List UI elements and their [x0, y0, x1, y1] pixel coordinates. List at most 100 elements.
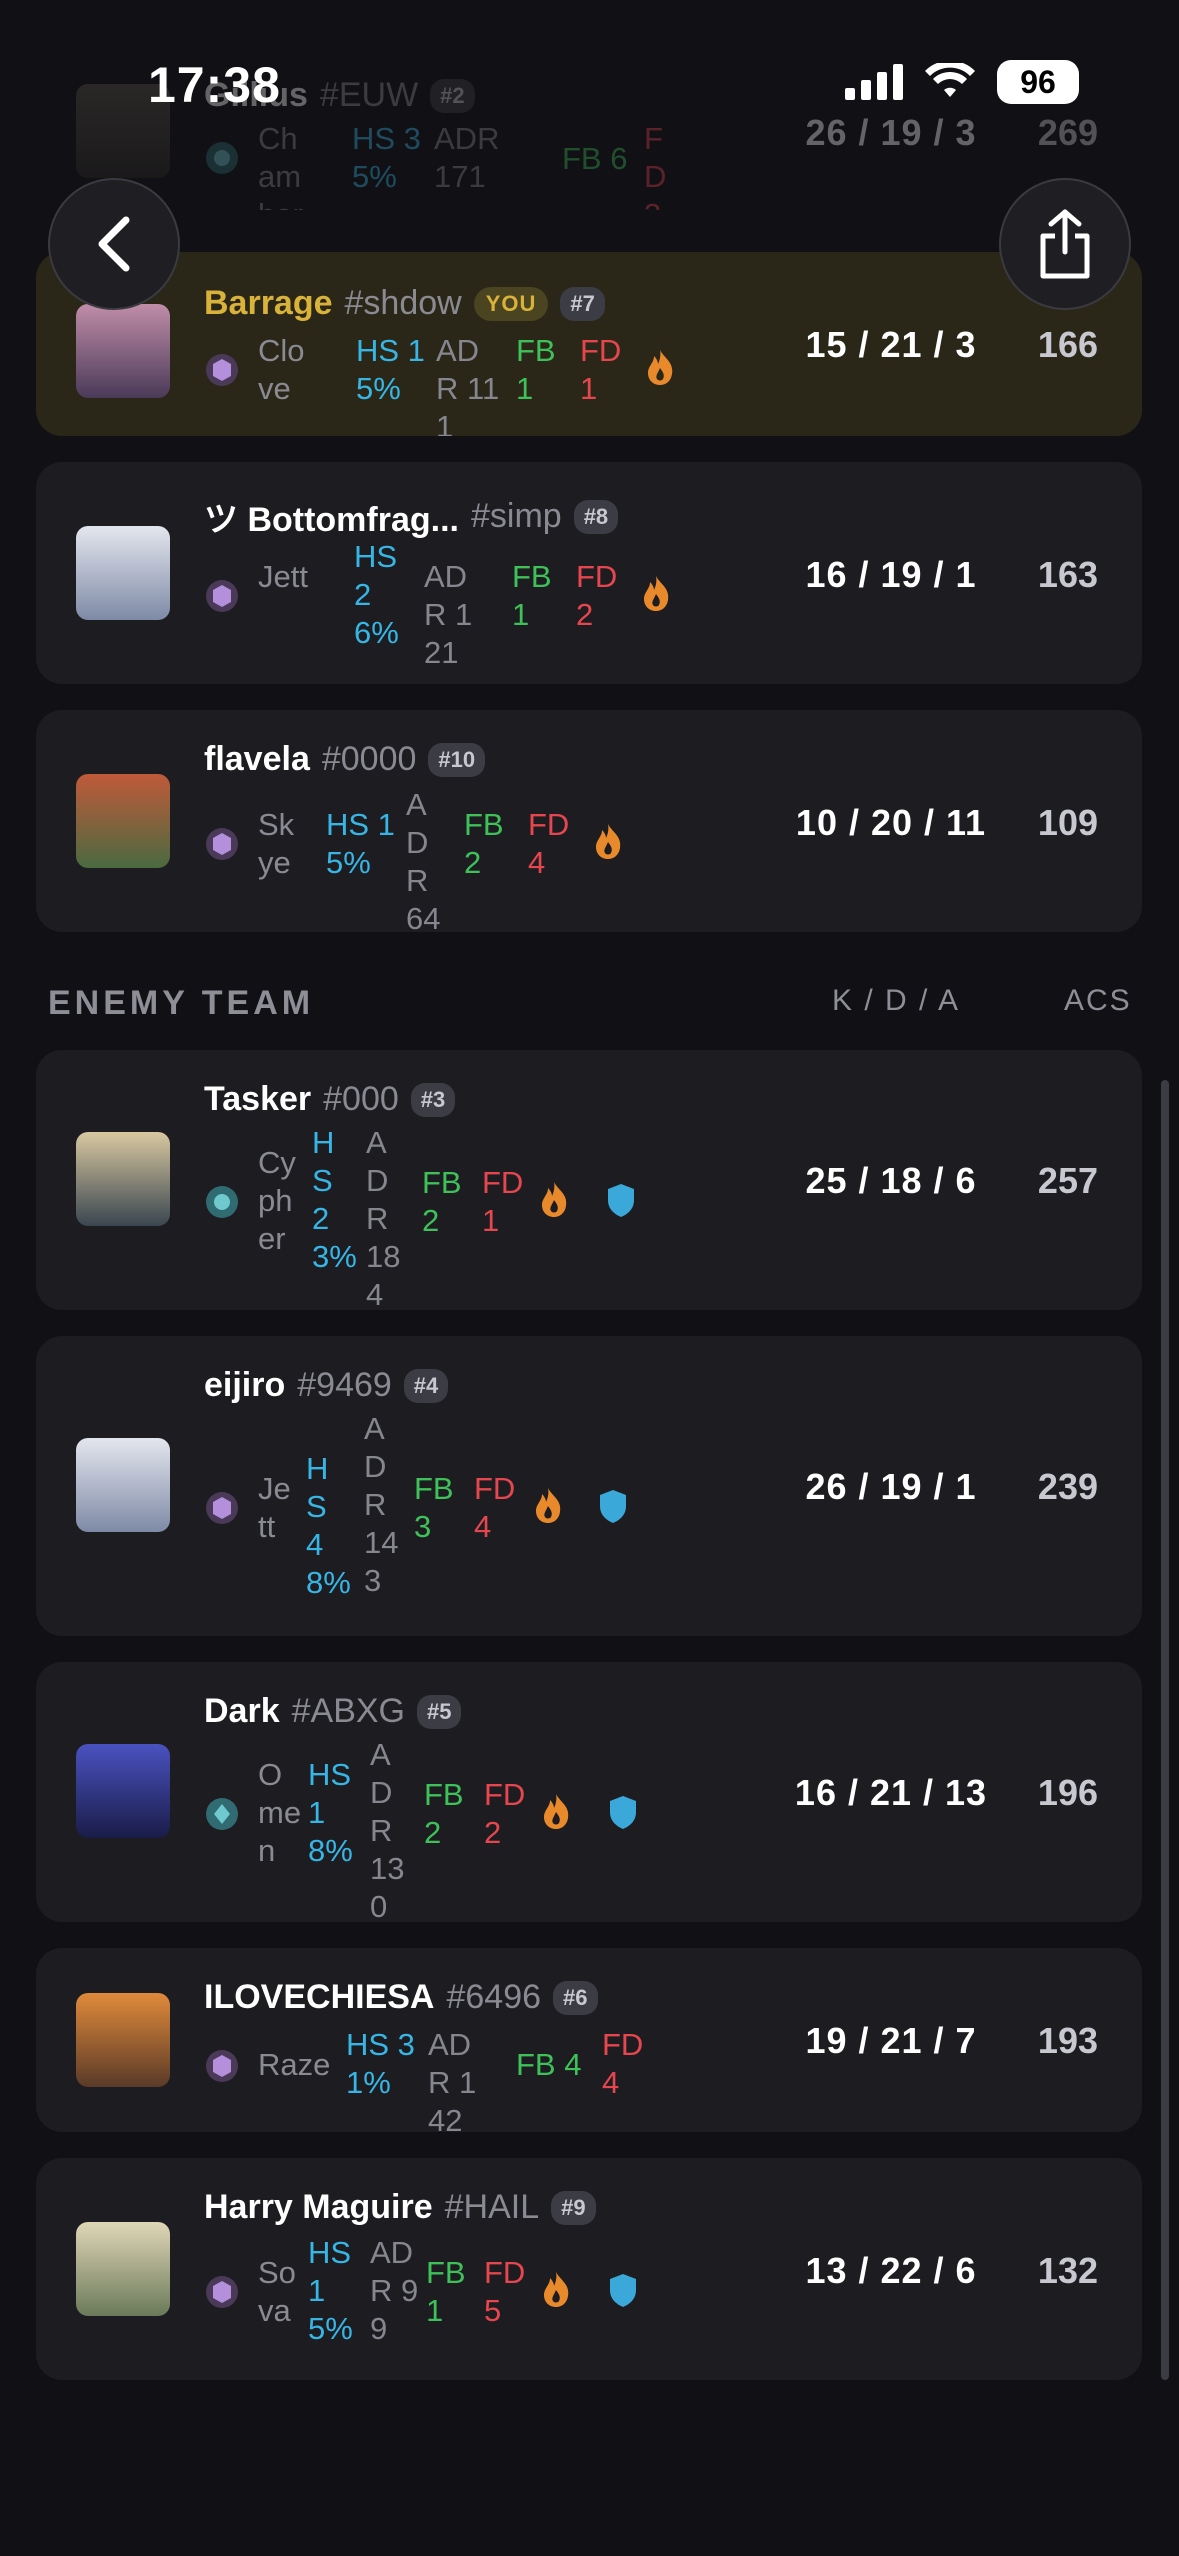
shield-icon — [606, 1182, 636, 1218]
agent-icon — [204, 1184, 240, 1220]
hs-stat: HS 23% — [312, 1125, 357, 1274]
fd-stat: FD 2 — [484, 1777, 526, 1850]
player-name-text: eijiro — [204, 1366, 286, 1404]
you-badge: YOU — [473, 286, 549, 321]
player-card-barrage[interactable]: Barrage #shdow YOU #7 Clove HS 15% ADR 1… — [36, 252, 1142, 436]
hs-stat: HS 15% — [326, 807, 395, 880]
adr-stat: ADR 64 — [406, 787, 441, 932]
shield-icon — [608, 1794, 638, 1830]
shield-icon — [608, 2272, 638, 2308]
kda-value: 13 / 22 / 6 — [805, 2250, 977, 2291]
player-card-harry-maguire[interactable]: Harry Maguire #HAIL #9 Sova HS 15% ADR 9… — [36, 2158, 1142, 2380]
player-card-bottomfrag[interactable]: ツ Bottomfrag... #simp #8 Jett HS 26% ADR… — [36, 462, 1142, 684]
player-card-tasker[interactable]: Tasker #000 #3 Cypher HS 23% ADR 184 FB … — [36, 1050, 1142, 1310]
adr-stat: ADR 111 — [436, 333, 500, 436]
acs-value: 239 — [1037, 1466, 1098, 1507]
player-card-ilovechiesa[interactable]: ILOVECHIESA #6496 #6 Raze HS 31% ADR 142… — [36, 1948, 1142, 2132]
acs-value: 193 — [1037, 2020, 1098, 2061]
player-tag: #ABXG — [291, 1692, 405, 1730]
agent-icon — [204, 578, 240, 614]
acs-value: 163 — [1037, 554, 1098, 595]
player-name-text: ツ Bottomfrag... — [204, 501, 459, 539]
player-name: Tasker #000 #3 — [204, 1080, 456, 1119]
avatar — [76, 1438, 170, 1532]
hs-stat: HS 26% — [354, 539, 399, 650]
player-name: eijiro #9469 #4 — [204, 1366, 449, 1405]
agent-name: Clove — [258, 333, 305, 406]
player-name: Harry Maguire #HAIL #9 — [204, 2188, 596, 2227]
fb-stat: FB 3 — [414, 1471, 454, 1544]
status-icons: 96 — [845, 60, 1079, 104]
fd-stat: FD 4 — [602, 2027, 644, 2100]
player-name-text: Barrage — [204, 284, 333, 322]
fb-stat: FB 1 — [516, 333, 556, 406]
adr-stat: ADR 99 — [370, 2235, 419, 2346]
player-card-eijiro[interactable]: eijiro #9469 #4 Jett HS 48% ADR 143 FB 3… — [36, 1336, 1142, 1636]
fire-icon — [532, 1486, 564, 1524]
cellular-signal-icon — [845, 64, 903, 100]
player-card-flavela[interactable]: flavela #0000 #10 Skye HS 15% ADR 64 FB … — [36, 710, 1142, 932]
acs-value: 257 — [1037, 1160, 1098, 1201]
kda-value: 26 / 19 / 1 — [805, 1466, 977, 1507]
acs-value: 132 — [1037, 2250, 1098, 2291]
kda-value: 25 / 18 / 6 — [805, 1160, 977, 1201]
avatar — [76, 1744, 170, 1838]
player-name: ツ Bottomfrag... #simp #8 — [204, 492, 619, 541]
rank-badge: #3 — [410, 1082, 456, 1117]
player-card-dark[interactable]: Dark #ABXG #5 Omen HS 18% ADR 130 FB 2 F… — [36, 1662, 1142, 1922]
adr-stat: ADR 184 — [366, 1125, 401, 1310]
kda-value: 15 / 21 / 3 — [805, 324, 977, 365]
hs-stat: HS 48% — [306, 1451, 351, 1600]
fire-icon — [640, 574, 672, 612]
status-time: 17:38 — [148, 57, 281, 113]
agent-name: Skye — [258, 807, 295, 880]
agent-name: Chamber — [258, 121, 303, 210]
fb-stat: FB 1 — [426, 2255, 466, 2328]
agent-icon — [204, 140, 240, 176]
fb-stat: FB 2 — [422, 1165, 462, 1238]
rank-badge: #9 — [551, 2190, 596, 2225]
agent-icon — [204, 2274, 240, 2310]
share-icon — [1035, 208, 1095, 280]
rank-badge: #6 — [553, 1980, 598, 2015]
column-header-kda: K / D / A — [832, 984, 961, 1017]
agent-name: Omen — [258, 1757, 302, 1868]
agent-icon — [204, 2048, 240, 2084]
player-tag: #shdow — [344, 284, 462, 322]
fd-stat: FD 5 — [484, 2255, 526, 2328]
fb-stat: FB 2 — [464, 807, 504, 880]
wifi-icon — [925, 63, 975, 101]
hs-stat: HS 35% — [352, 121, 421, 194]
avatar — [76, 304, 170, 398]
hs-stat: HS 15% — [308, 2235, 353, 2346]
hs-stat: HS 18% — [308, 1757, 353, 1868]
agent-name: Jett — [258, 1471, 291, 1544]
fire-icon — [540, 1792, 572, 1830]
rank-badge: #5 — [417, 1694, 462, 1729]
player-tag: #HAIL — [444, 2188, 540, 2226]
avatar — [76, 1993, 170, 2087]
rank-badge: #4 — [403, 1368, 449, 1403]
kda-value: 16 / 21 / 13 — [794, 1772, 988, 1813]
player-tag: #9469 — [297, 1366, 392, 1404]
player-name: ILOVECHIESA #6496 #6 — [204, 1978, 598, 2017]
back-button[interactable] — [48, 178, 180, 310]
agent-icon — [204, 826, 240, 862]
fire-icon — [540, 2270, 572, 2308]
battery-indicator: 96 — [997, 60, 1079, 104]
fb-stat: FB 6 — [562, 141, 628, 176]
section-title: ENEMY TEAM — [48, 984, 315, 1022]
fd-stat: FD 1 — [482, 1165, 524, 1238]
adr-stat: ADR 171 — [434, 121, 500, 194]
fb-stat: FB 1 — [512, 559, 552, 632]
rank-badge: #7 — [560, 286, 605, 321]
share-button[interactable] — [999, 178, 1131, 310]
player-tag: #simp — [470, 497, 562, 535]
player-name-text: Harry Maguire — [204, 2188, 433, 2226]
acs-value: 166 — [1037, 324, 1098, 365]
kda-value: 19 / 21 / 7 — [805, 2020, 977, 2061]
player-name-text: ILOVECHIESA — [204, 1978, 435, 2016]
fd-stat: FD 1 — [580, 333, 622, 406]
fd-stat: FD 4 — [528, 807, 570, 880]
scrollbar[interactable] — [1161, 1080, 1169, 2380]
